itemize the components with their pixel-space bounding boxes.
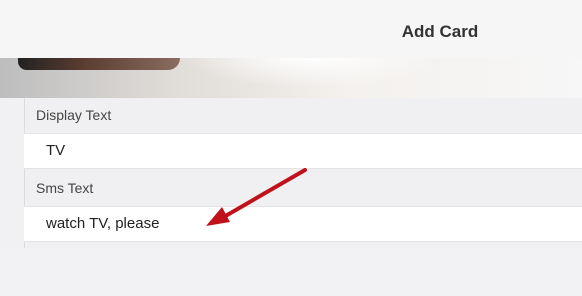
- card-image-highlight: [180, 58, 440, 88]
- sms-text-label: Sms Text: [36, 180, 94, 196]
- display-text-label: Display Text: [36, 107, 112, 123]
- sms-text-field[interactable]: watch TV, please: [24, 206, 582, 242]
- card-image-dark-region: [18, 58, 180, 70]
- navigation-bar: Add Card: [0, 0, 582, 65]
- bottom-spacer: [0, 248, 582, 296]
- card-image-preview: [0, 58, 582, 98]
- display-text-field[interactable]: TV: [24, 133, 582, 169]
- page-title: Add Card: [401, 22, 479, 41]
